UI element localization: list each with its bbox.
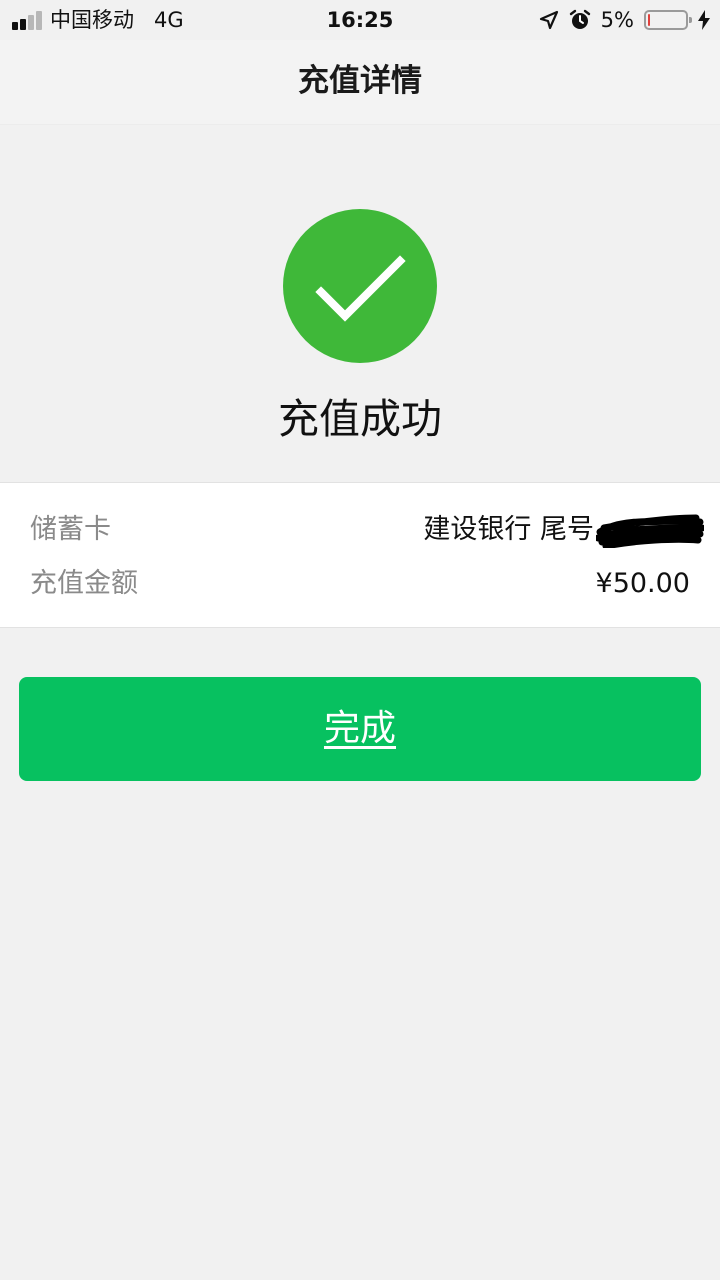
- nav-bar: 充值详情: [0, 40, 720, 125]
- alarm-icon: [569, 9, 590, 29]
- checkmark-icon: [315, 255, 406, 322]
- success-title: 充值成功: [278, 395, 442, 443]
- status-bar: 中国移动 4G 16:25 5%: [0, 0, 720, 40]
- battery-percent: 5%: [600, 8, 634, 32]
- detail-label-amount: 充值金额: [30, 568, 138, 599]
- battery-fill: [648, 14, 650, 26]
- location-arrow-icon: [539, 10, 558, 30]
- done-button[interactable]: 完成: [19, 677, 701, 781]
- detail-row-amount: 充值金额 ¥50.00: [30, 564, 690, 604]
- redaction-scribble: [596, 514, 704, 548]
- detail-value-bank-card: 建设银行 尾号: [423, 514, 594, 545]
- detail-label-debit-card: 储蓄卡: [30, 514, 111, 545]
- charging-bolt-icon: [698, 10, 710, 30]
- status-right-group: 5%: [539, 6, 710, 34]
- detail-card: 储蓄卡 建设银行 尾号 充值金额 ¥50.00: [0, 482, 720, 628]
- success-check-icon: [283, 209, 437, 363]
- battery-icon: [644, 10, 692, 30]
- page-title: 充值详情: [298, 63, 422, 99]
- detail-value-amount: ¥50.00: [595, 568, 690, 599]
- detail-row-debit-card: 储蓄卡 建设银行 尾号: [30, 510, 704, 550]
